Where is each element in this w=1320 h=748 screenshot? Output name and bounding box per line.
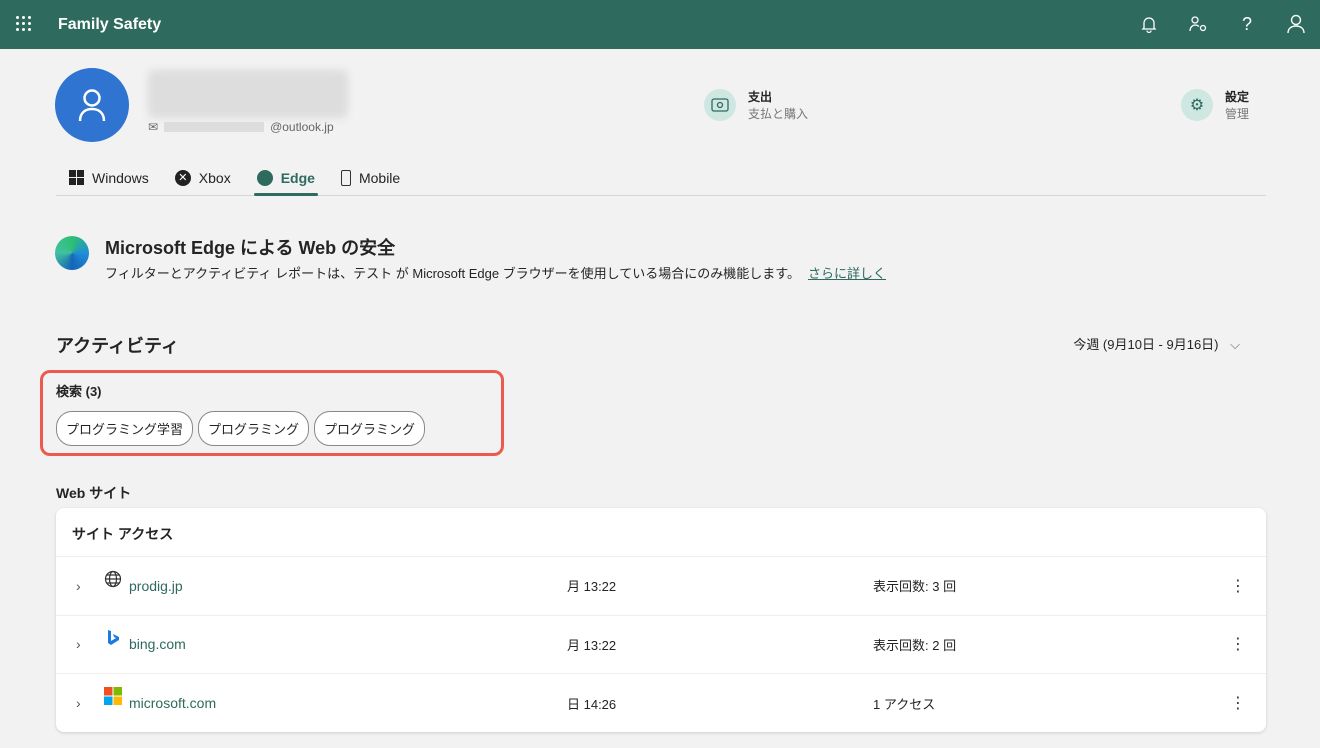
gear-icon: ⚙ [1181,89,1213,121]
table-row: › bing.com 月 13:22 表示回数: 2 回 ⋮ [56,616,1266,674]
visit-count: 表示回数: 3 回 [873,579,957,595]
more-options-icon[interactable]: ⋮ [1230,576,1246,596]
spending-title: 支出 [748,90,773,104]
more-options-icon[interactable]: ⋮ [1230,693,1246,713]
visit-count: 1 アクセス [873,696,936,712]
visit-time: 月 13:22 [567,637,617,653]
email: ✉ @outlook.jp [148,120,334,134]
site-link[interactable]: prodig.jp [129,578,183,594]
blurred-name [148,70,348,118]
tab-label: Mobile [358,169,401,186]
tab-label: Windows [92,169,149,186]
windows-icon [69,170,84,185]
xbox-icon: ✕ [174,169,191,186]
visit-count: 表示回数: 2 回 [873,637,957,653]
edge-safety-description: フィルターとアクティビティ レポートは、テスト が Microsoft Edge… [105,263,886,282]
tab-windows[interactable]: Windows [56,160,162,195]
edge-safety-title: Microsoft Edge による Web の安全 [105,238,396,258]
search-chips: プログラミング学習 プログラミング プログラミング [56,411,426,446]
account-icon[interactable] [1284,12,1308,36]
card-title: サイト アクセス [56,508,1266,557]
money-icon [704,89,736,121]
learn-more-link[interactable]: さらに詳しく [808,266,886,281]
search-chip[interactable]: プログラミング [198,411,310,446]
spending-subtitle: 支払と購入 [748,107,809,121]
date-range-label: 今週 (9月10日 - 9月16日) [1073,337,1219,352]
date-range-dropdown[interactable]: 今週 (9月10日 - 9月16日) ⌵ [1073,334,1240,353]
search-chip[interactable]: プログラミング [314,411,426,446]
description-text: フィルターとアクティビティ レポートは、テスト が Microsoft Edge… [105,266,800,281]
visit-time: 日 14:26 [567,696,617,712]
table-row: › prodig.jp 月 13:22 表示回数: 3 回 ⋮ [56,557,1266,616]
bell-icon[interactable] [1137,12,1161,36]
settings-title: 設定 [1225,90,1250,104]
chevron-right-icon[interactable]: › [76,636,81,652]
help-icon[interactable]: ? [1235,12,1259,36]
tab-edge[interactable]: Edge [244,160,328,196]
phone-icon [340,169,351,186]
more-options-icon[interactable]: ⋮ [1230,634,1246,654]
chevron-right-icon[interactable]: › [76,578,81,594]
device-tabs: Windows ✕ Xbox Edge Mobile [56,160,1266,196]
tab-label: Edge [280,169,315,186]
activity-title: アクティビティ [56,336,179,356]
searches-title: 検索 (3) [56,384,102,399]
edge-logo [55,236,89,270]
globe-icon [104,570,122,588]
site-access-card: サイト アクセス › prodig.jp 月 13:22 表示回数: 3 回 ⋮… [56,508,1266,732]
chevron-right-icon[interactable]: › [76,695,81,711]
tab-mobile[interactable]: Mobile [328,160,413,195]
app-launcher-icon[interactable] [16,16,32,32]
table-row: › microsoft.com 日 14:26 1 アクセス ⋮ [56,674,1266,733]
tab-xbox[interactable]: ✕ Xbox [162,160,244,195]
top-bar: Family Safety ? [0,0,1320,49]
site-link[interactable]: microsoft.com [129,695,216,711]
site-link[interactable]: bing.com [129,636,186,652]
settings-link[interactable]: ⚙ 設定管理 [1181,88,1249,122]
visit-time: 月 13:22 [567,579,617,595]
settings-subtitle: 管理 [1225,107,1250,121]
tab-label: Xbox [198,169,231,186]
microsoft-icon [104,687,122,705]
websites-title: Web サイト [56,485,132,501]
email-domain: @outlook.jp [270,120,334,134]
mail-icon: ✉ [148,120,159,134]
app-title[interactable]: Family Safety [58,16,161,34]
bing-icon [108,629,119,645]
chevron-down-icon: ⌵ [1230,337,1240,352]
spending-link[interactable]: 支出 支払と購入 [704,88,808,122]
family-settings-icon[interactable] [1186,12,1210,36]
search-chip[interactable]: プログラミング学習 [56,411,194,446]
avatar [55,68,129,142]
edge-icon [256,169,273,186]
